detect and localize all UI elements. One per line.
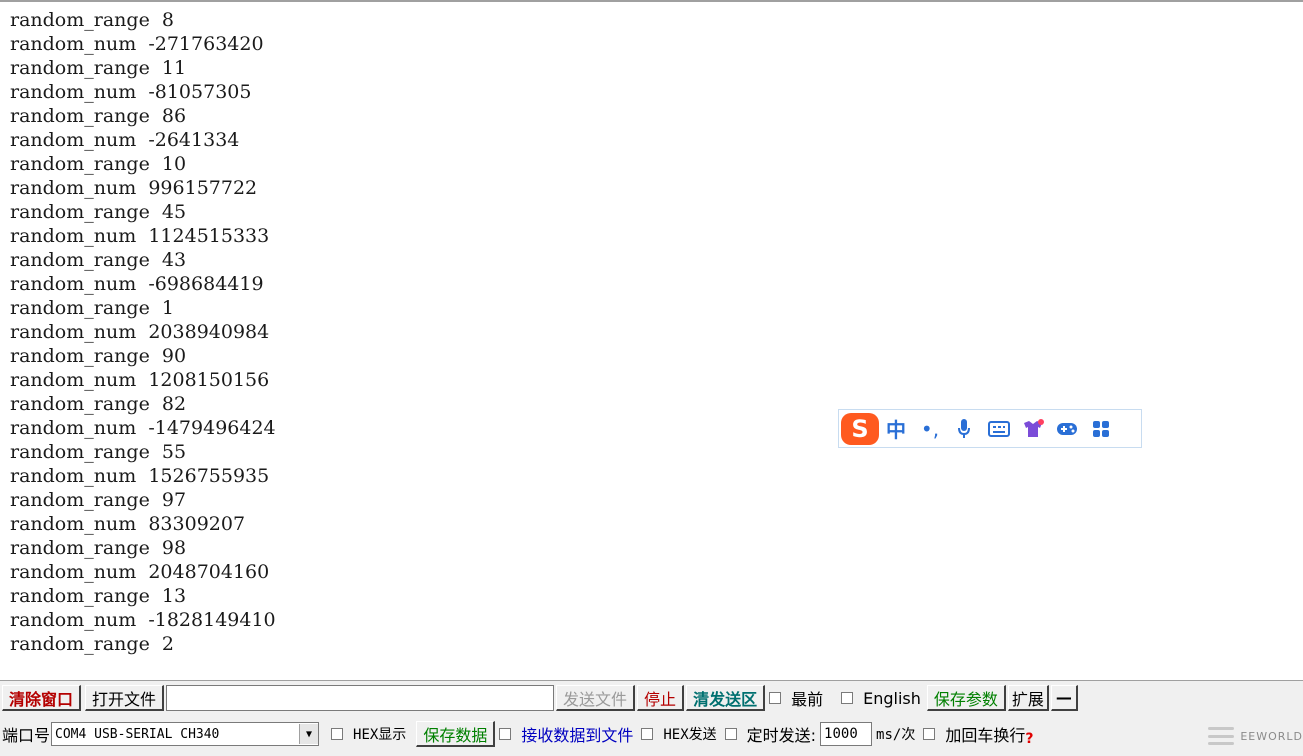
ime-punctuation-toggle[interactable]: •, <box>913 413 947 445</box>
log-line: random_range 1 <box>10 297 174 319</box>
minimize-button[interactable]: — <box>1050 685 1078 711</box>
port-select[interactable]: COM4 USB-SERIAL CH340 ▼ <box>51 722 320 746</box>
log-line: random_range 11 <box>10 57 187 79</box>
log-line: random_num 2048704160 <box>10 561 270 583</box>
log-line: random_num -1828149410 <box>10 609 276 631</box>
append-crlf-checkbox[interactable] <box>923 728 936 740</box>
port-select-value: COM4 USB-SERIAL CH340 <box>55 726 220 742</box>
toolbar-row-1: 清除窗口 打开文件 发送文件 停止 清发送区 最前 English 保存参数 扩… <box>0 685 1078 711</box>
log-line: random_range 10 <box>10 153 187 175</box>
topmost-label: 最前 <box>791 690 824 709</box>
clear-window-button[interactable]: 清除窗口 <box>2 685 82 711</box>
log-line: random_range 90 <box>10 345 187 367</box>
port-label: 端口号 <box>2 726 51 745</box>
sogou-logo-icon[interactable]: S <box>841 412 879 445</box>
log-line: random_num -81057305 <box>10 81 252 103</box>
ime-mode-toggle[interactable]: 中 <box>879 413 913 445</box>
timed-send-checkbox[interactable] <box>724 728 737 740</box>
english-checkbox[interactable] <box>841 692 854 704</box>
append-crlf-label: 加回车换行 <box>945 726 1026 745</box>
log-line: random_num 1208150156 <box>10 369 270 391</box>
log-line: random_range 98 <box>10 537 187 559</box>
ime-toolbar[interactable]: S 中 •, <box>838 409 1142 448</box>
log-line: random_range 13 <box>10 585 187 607</box>
recv-to-file-label: 接收数据到文件 <box>521 726 634 745</box>
timed-send-label: 定时发送: <box>746 726 817 745</box>
log-line: random_num 1526755935 <box>10 465 270 487</box>
expand-button[interactable]: 扩展 <box>1007 685 1049 711</box>
log-line: random_num -698684419 <box>10 273 264 295</box>
skin-icon[interactable] <box>1017 413 1049 445</box>
open-file-button[interactable]: 打开文件 <box>85 685 165 711</box>
log-line: random_num -2641334 <box>10 129 240 151</box>
apps-icon[interactable] <box>1085 413 1117 445</box>
log-line: random_range 97 <box>10 489 187 511</box>
hex-send-label: HEX发送 <box>663 727 717 743</box>
keyboard-icon[interactable] <box>981 413 1017 445</box>
interval-unit-label: ms/次 <box>876 727 916 743</box>
log-line: random_range 8 <box>10 9 174 31</box>
log-line: random_range 82 <box>10 393 187 415</box>
log-line: random_range 45 <box>10 201 187 223</box>
eeworld-text: EEWORLD <box>1240 729 1303 743</box>
clear-send-area-button[interactable]: 清发送区 <box>686 685 766 711</box>
interval-input[interactable]: 1000 <box>820 722 873 746</box>
receive-area[interactable]: random_range 8 random_num -271763420 rando… <box>0 0 1303 680</box>
send-file-button[interactable]: 发送文件 <box>556 685 636 711</box>
log-line: random_range 55 <box>10 441 187 463</box>
control-panel: 清除窗口 打开文件 发送文件 停止 清发送区 最前 English 保存参数 扩… <box>0 680 1303 756</box>
log-line: random_range 2 <box>10 633 174 655</box>
log-line: random_num 996157722 <box>10 177 258 199</box>
game-icon[interactable] <box>1049 413 1085 445</box>
stop-button[interactable]: 停止 <box>637 685 685 711</box>
log-line: random_range 43 <box>10 249 187 271</box>
log-line: random_num 2038940984 <box>10 321 270 343</box>
receive-log: random_range 8 random_num -271763420 rando… <box>10 8 276 656</box>
log-line: random_num 1124515333 <box>10 225 270 247</box>
log-line: random_num -1479496424 <box>10 417 276 439</box>
eeworld-logo-icon <box>1208 727 1235 745</box>
topmost-checkbox[interactable] <box>769 692 782 704</box>
save-data-button[interactable]: 保存数据 <box>416 721 496 747</box>
recv-to-file-checkbox[interactable] <box>499 728 512 740</box>
file-path-field[interactable] <box>166 685 555 711</box>
toolbar-row-2: 端口号 COM4 USB-SERIAL CH340 ▼ HEX显示 保存数据 接… <box>0 721 1033 747</box>
log-line: random_num 83309207 <box>10 513 246 535</box>
save-params-button[interactable]: 保存参数 <box>926 685 1006 711</box>
hex-display-label: HEX显示 <box>353 727 407 743</box>
help-icon[interactable]: ? <box>1025 731 1033 747</box>
log-line: random_num -271763420 <box>10 33 264 55</box>
chevron-down-icon[interactable]: ▼ <box>299 724 319 744</box>
eeworld-watermark: EEWORLD <box>1208 721 1303 751</box>
hex-display-checkbox[interactable] <box>331 728 344 740</box>
english-label: English <box>863 688 921 708</box>
log-line: random_range 86 <box>10 105 187 127</box>
microphone-icon[interactable] <box>947 413 981 445</box>
hex-send-checkbox[interactable] <box>641 728 654 740</box>
